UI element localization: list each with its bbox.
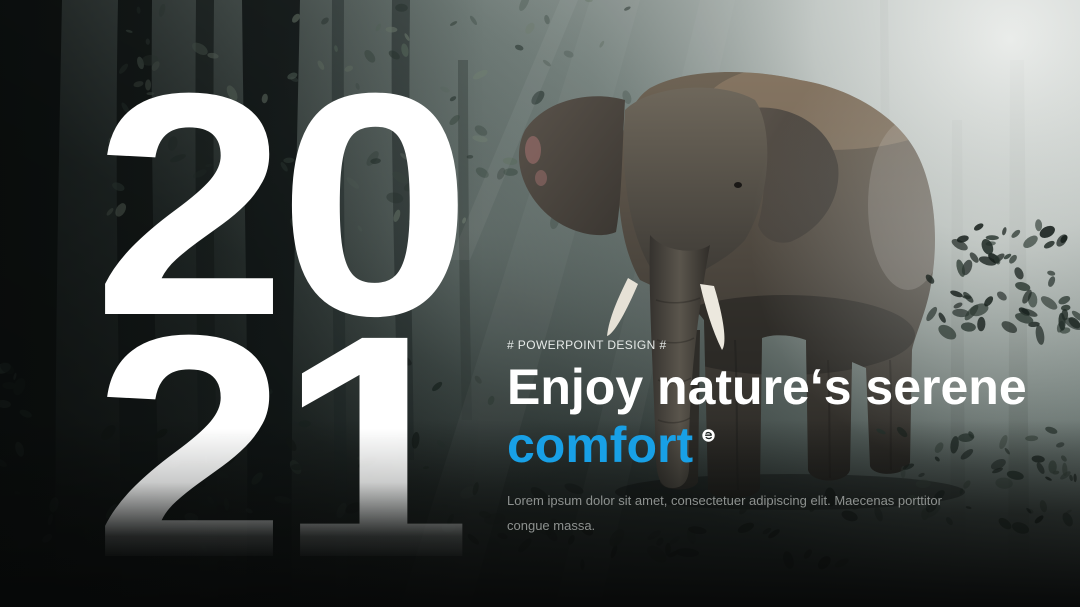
- headline-line-2: comfort: [507, 416, 1027, 474]
- body-line: Lorem ipsum dolor sit amet, consectetuer…: [507, 493, 942, 508]
- circle-badge-icon: [702, 429, 715, 442]
- slide: 20 21 # POWERPOINT DESIGN # Enjoy nature…: [0, 0, 1080, 607]
- body-line: congue massa.: [507, 518, 596, 533]
- body-paragraph: Lorem ipsum dolor sit amet, consectetuer…: [507, 488, 942, 538]
- headline-line-1: Enjoy nature‘s serene: [507, 359, 1027, 415]
- kicker-label: # POWERPOINT DESIGN #: [507, 338, 667, 352]
- headline: Enjoy nature‘s serene comfort: [507, 358, 1027, 474]
- headline-accent-word: comfort: [507, 417, 694, 473]
- year-bottom-digits: 21: [93, 270, 472, 607]
